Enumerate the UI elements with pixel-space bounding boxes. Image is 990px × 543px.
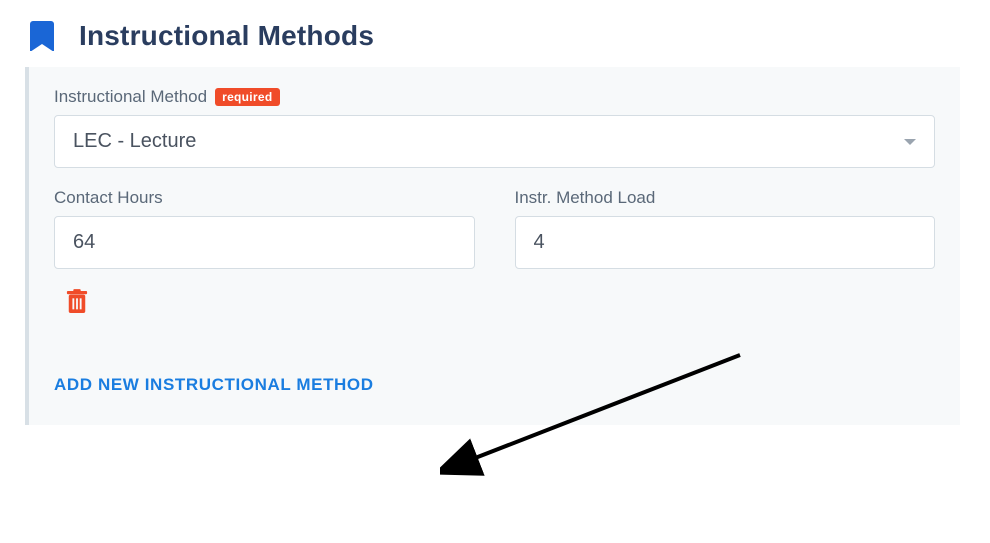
- method-label: Instructional Method: [54, 87, 207, 107]
- method-dropdown[interactable]: LEC - Lecture: [54, 115, 935, 168]
- method-selected-value: LEC - Lecture: [73, 130, 196, 153]
- section-header: Instructional Methods: [30, 20, 960, 52]
- method-load-label: Instr. Method Load: [515, 188, 656, 208]
- chevron-down-icon: [904, 139, 916, 145]
- contact-hours-input[interactable]: [54, 216, 475, 269]
- method-label-row: Instructional Method required: [54, 87, 935, 107]
- trash-icon[interactable]: [66, 289, 88, 315]
- contact-hours-label: Contact Hours: [54, 188, 163, 208]
- add-method-link[interactable]: ADD NEW INSTRUCTIONAL METHOD: [54, 375, 374, 395]
- form-panel: Instructional Method required LEC - Lect…: [25, 67, 960, 425]
- bookmark-icon: [30, 21, 54, 51]
- method-load-input[interactable]: [515, 216, 936, 269]
- section-title: Instructional Methods: [79, 20, 374, 52]
- required-badge: required: [215, 88, 279, 106]
